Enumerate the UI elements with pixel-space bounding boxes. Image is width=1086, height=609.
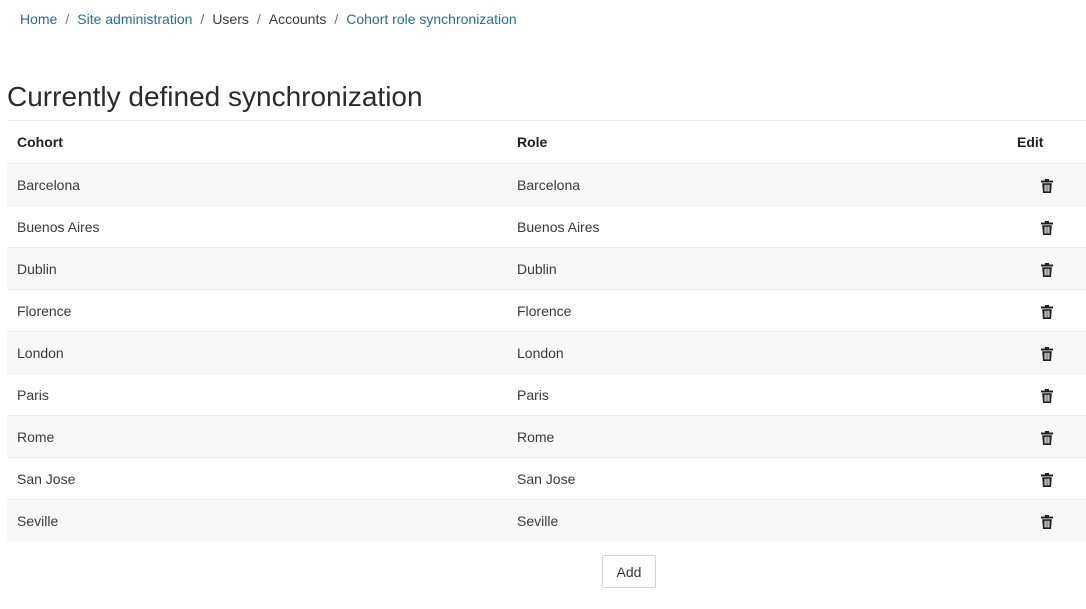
cell-role: Buenos Aires	[507, 205, 1007, 248]
cell-edit	[1007, 247, 1086, 290]
table-row: Buenos Aires Buenos Aires	[7, 205, 1086, 248]
cell-edit	[1007, 205, 1086, 248]
cell-edit	[1007, 415, 1086, 458]
table-row: Barcelona Barcelona	[7, 163, 1086, 206]
table-row: San Jose San Jose	[7, 457, 1086, 500]
column-header-edit: Edit	[1007, 120, 1086, 164]
column-header-role: Role	[507, 120, 1007, 164]
cell-cohort: Rome	[7, 415, 507, 458]
cell-cohort: Dublin	[7, 247, 507, 290]
table-row: London London	[7, 331, 1086, 374]
cell-role: Dublin	[507, 247, 1007, 290]
cell-edit	[1007, 163, 1086, 206]
cell-edit	[1007, 499, 1086, 542]
cell-edit	[1007, 457, 1086, 500]
cell-cohort: Seville	[7, 499, 507, 542]
table-row: Paris Paris	[7, 373, 1086, 416]
cell-role: Seville	[507, 499, 1007, 542]
trash-icon[interactable]	[1040, 304, 1053, 319]
table-row: Rome Rome	[7, 415, 1086, 458]
breadcrumb-separator: /	[65, 11, 70, 27]
cell-edit	[1007, 373, 1086, 416]
cell-role: Paris	[507, 373, 1007, 416]
sync-table: Cohort Role Edit Barcelona Barcelona Bueno…	[7, 120, 1086, 542]
cell-role: Rome	[507, 415, 1007, 458]
table-row: Seville Seville	[7, 499, 1086, 542]
cell-edit	[1007, 331, 1086, 374]
page-title: Currently defined synchronization	[7, 81, 423, 112]
cell-cohort: London	[7, 331, 507, 374]
table-row: Dublin Dublin	[7, 247, 1086, 290]
breadcrumb-site-administration[interactable]: Site administration	[77, 11, 192, 27]
table-header-row: Cohort Role Edit	[7, 120, 1086, 164]
cell-role: London	[507, 331, 1007, 374]
trash-icon[interactable]	[1040, 220, 1053, 235]
breadcrumb-users: Users	[212, 11, 249, 27]
trash-icon[interactable]	[1040, 430, 1053, 445]
cell-cohort: Paris	[7, 373, 507, 416]
trash-icon[interactable]	[1040, 178, 1053, 193]
trash-icon[interactable]	[1040, 346, 1053, 361]
table-row: Florence Florence	[7, 289, 1086, 332]
breadcrumb-separator: /	[200, 11, 205, 27]
breadcrumb-accounts: Accounts	[268, 11, 327, 27]
trash-icon[interactable]	[1040, 514, 1053, 529]
breadcrumb-home[interactable]: Home	[20, 11, 57, 27]
breadcrumb-cohort-role-sync[interactable]: Cohort role synchronization	[346, 11, 516, 27]
table-body: Barcelona Barcelona Buenos Aires Buenos Air…	[7, 163, 1086, 542]
trash-icon[interactable]	[1040, 472, 1053, 487]
trash-icon[interactable]	[1040, 388, 1053, 403]
cell-role: Barcelona	[507, 163, 1007, 206]
column-header-cohort: Cohort	[7, 120, 507, 164]
cell-cohort: Florence	[7, 289, 507, 332]
cell-role: Florence	[507, 289, 1007, 332]
cell-cohort: Barcelona	[7, 163, 507, 206]
cell-cohort: San Jose	[7, 457, 507, 500]
trash-icon[interactable]	[1040, 262, 1053, 277]
breadcrumb-separator: /	[334, 11, 339, 27]
breadcrumb: Home / Site administration / Users / Acc…	[20, 9, 517, 29]
add-button[interactable]: Add	[602, 555, 656, 588]
cell-role: San Jose	[507, 457, 1007, 500]
cell-edit	[1007, 289, 1086, 332]
cell-cohort: Buenos Aires	[7, 205, 507, 248]
breadcrumb-separator: /	[256, 11, 261, 27]
